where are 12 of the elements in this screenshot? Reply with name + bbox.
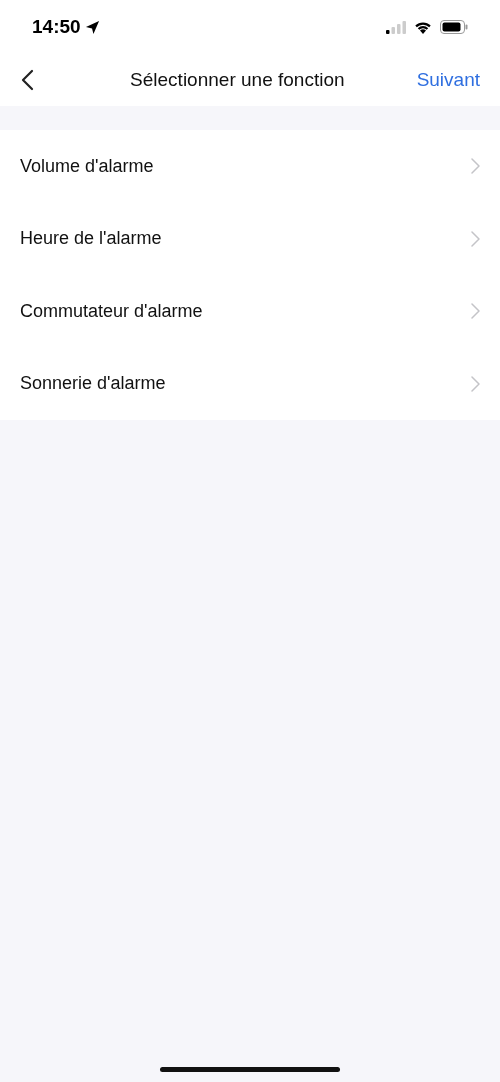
chevron-icon xyxy=(471,303,480,320)
battery-icon xyxy=(440,20,468,34)
chevron-icon xyxy=(471,230,480,247)
next-button[interactable]: Suivant xyxy=(416,65,480,95)
wifi-icon xyxy=(414,20,432,34)
page-title: Sélectionner une fonction xyxy=(130,67,345,92)
signal-icon xyxy=(386,20,406,34)
chevron-icon xyxy=(471,158,480,175)
location-arrow-icon xyxy=(84,19,100,35)
status-time: 14:50 xyxy=(32,14,81,39)
chevron-icon xyxy=(471,375,480,392)
back-icon[interactable] xyxy=(20,69,34,91)
